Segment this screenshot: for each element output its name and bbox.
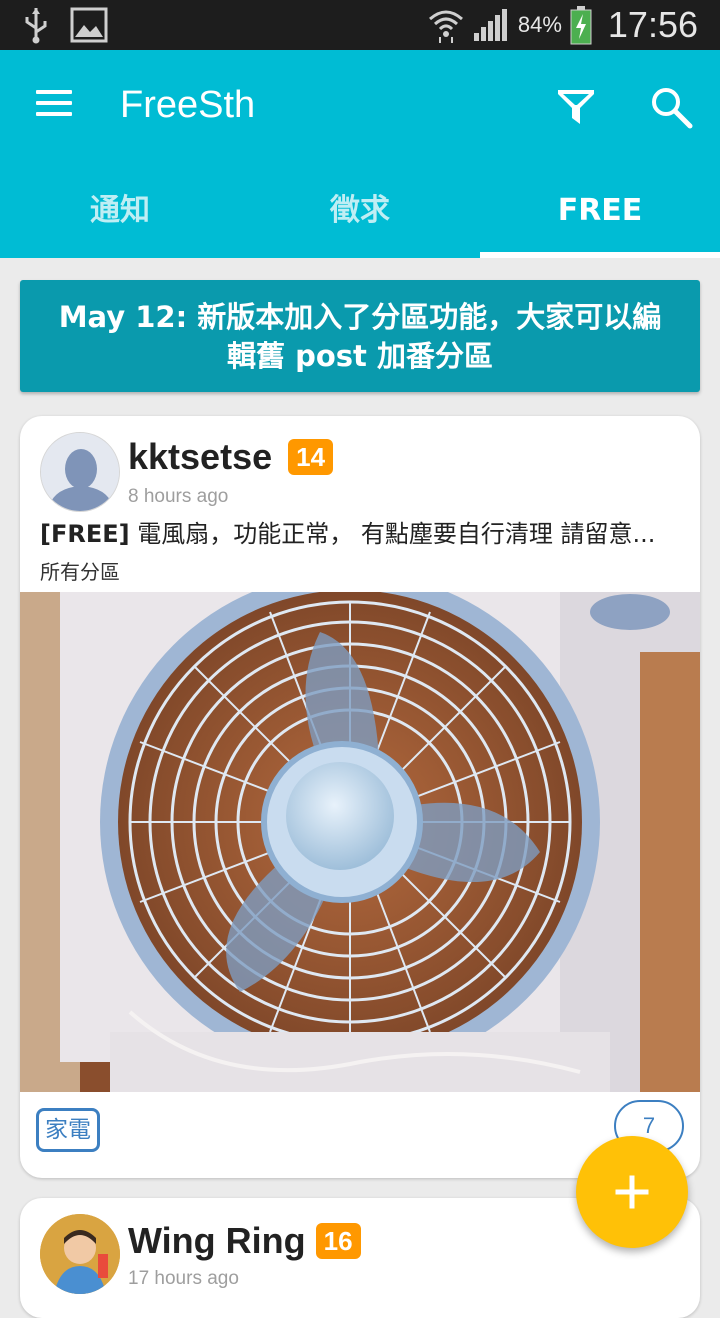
banner-line-1: May 12: 新版本加入了分區功能，大家可以編 [58, 300, 662, 334]
default-avatar-icon [41, 433, 119, 511]
post-title-prefix: [FREE] [40, 520, 130, 548]
post-author: kktsetse 14 [128, 436, 334, 478]
battery-percent: 84% [517, 12, 562, 37]
category-tag[interactable]: 家電 [36, 1108, 100, 1152]
status-bar: 84% 17:56 [0, 0, 720, 50]
tab-free[interactable]: FREE [480, 178, 720, 258]
clock: 17:56 [607, 4, 698, 45]
avatar[interactable] [40, 1214, 120, 1294]
post-card[interactable]: kktsetse 14 8 hours ago [FREE] 電風扇，功能正常，… [20, 416, 700, 1178]
post-time: 17 hours ago [128, 1268, 239, 1289]
app-bar: FreeSth 通知 徵求 FREE [0, 50, 720, 258]
menu-icon[interactable] [36, 90, 76, 122]
tab-notifications[interactable]: 通知 [0, 178, 240, 258]
post-title: [FREE] 電風扇，功能正常， 有點塵要自行清理 請留意... [40, 514, 680, 549]
filter-icon[interactable] [552, 84, 600, 132]
post-photo[interactable] [20, 592, 700, 1092]
battery-charging-icon [570, 6, 592, 45]
add-post-button[interactable] [576, 1136, 688, 1248]
app-title: FreeSth [120, 84, 256, 126]
post-title-text: 電風扇，功能正常， 有點塵要自行清理 請留意... [129, 520, 656, 548]
post-time: 8 hours ago [128, 486, 229, 507]
image-icon [70, 7, 108, 43]
post-region: 所有分區 [40, 560, 120, 584]
tab-wanted[interactable]: 徵求 [240, 178, 480, 258]
banner-line-2: 輯舊 post 加番分區 [227, 339, 493, 373]
tab-bar: 通知 徵求 FREE [0, 178, 720, 258]
wifi-icon [428, 10, 463, 43]
post-author: Wing Ring 16 [128, 1220, 361, 1262]
username[interactable]: kktsetse [128, 436, 272, 478]
announcement-banner[interactable]: May 12: 新版本加入了分區功能，大家可以編 輯舊 post 加番分區 [20, 280, 700, 392]
avatar[interactable] [40, 432, 120, 512]
search-icon[interactable] [648, 84, 696, 132]
user-score-badge: 14 [288, 439, 334, 475]
username[interactable]: Wing Ring [128, 1220, 306, 1262]
signal-icon [473, 9, 507, 41]
plus-icon [615, 1175, 649, 1209]
usb-icon [25, 8, 47, 44]
user-score-badge: 16 [315, 1223, 361, 1259]
user-photo-avatar [40, 1214, 120, 1294]
